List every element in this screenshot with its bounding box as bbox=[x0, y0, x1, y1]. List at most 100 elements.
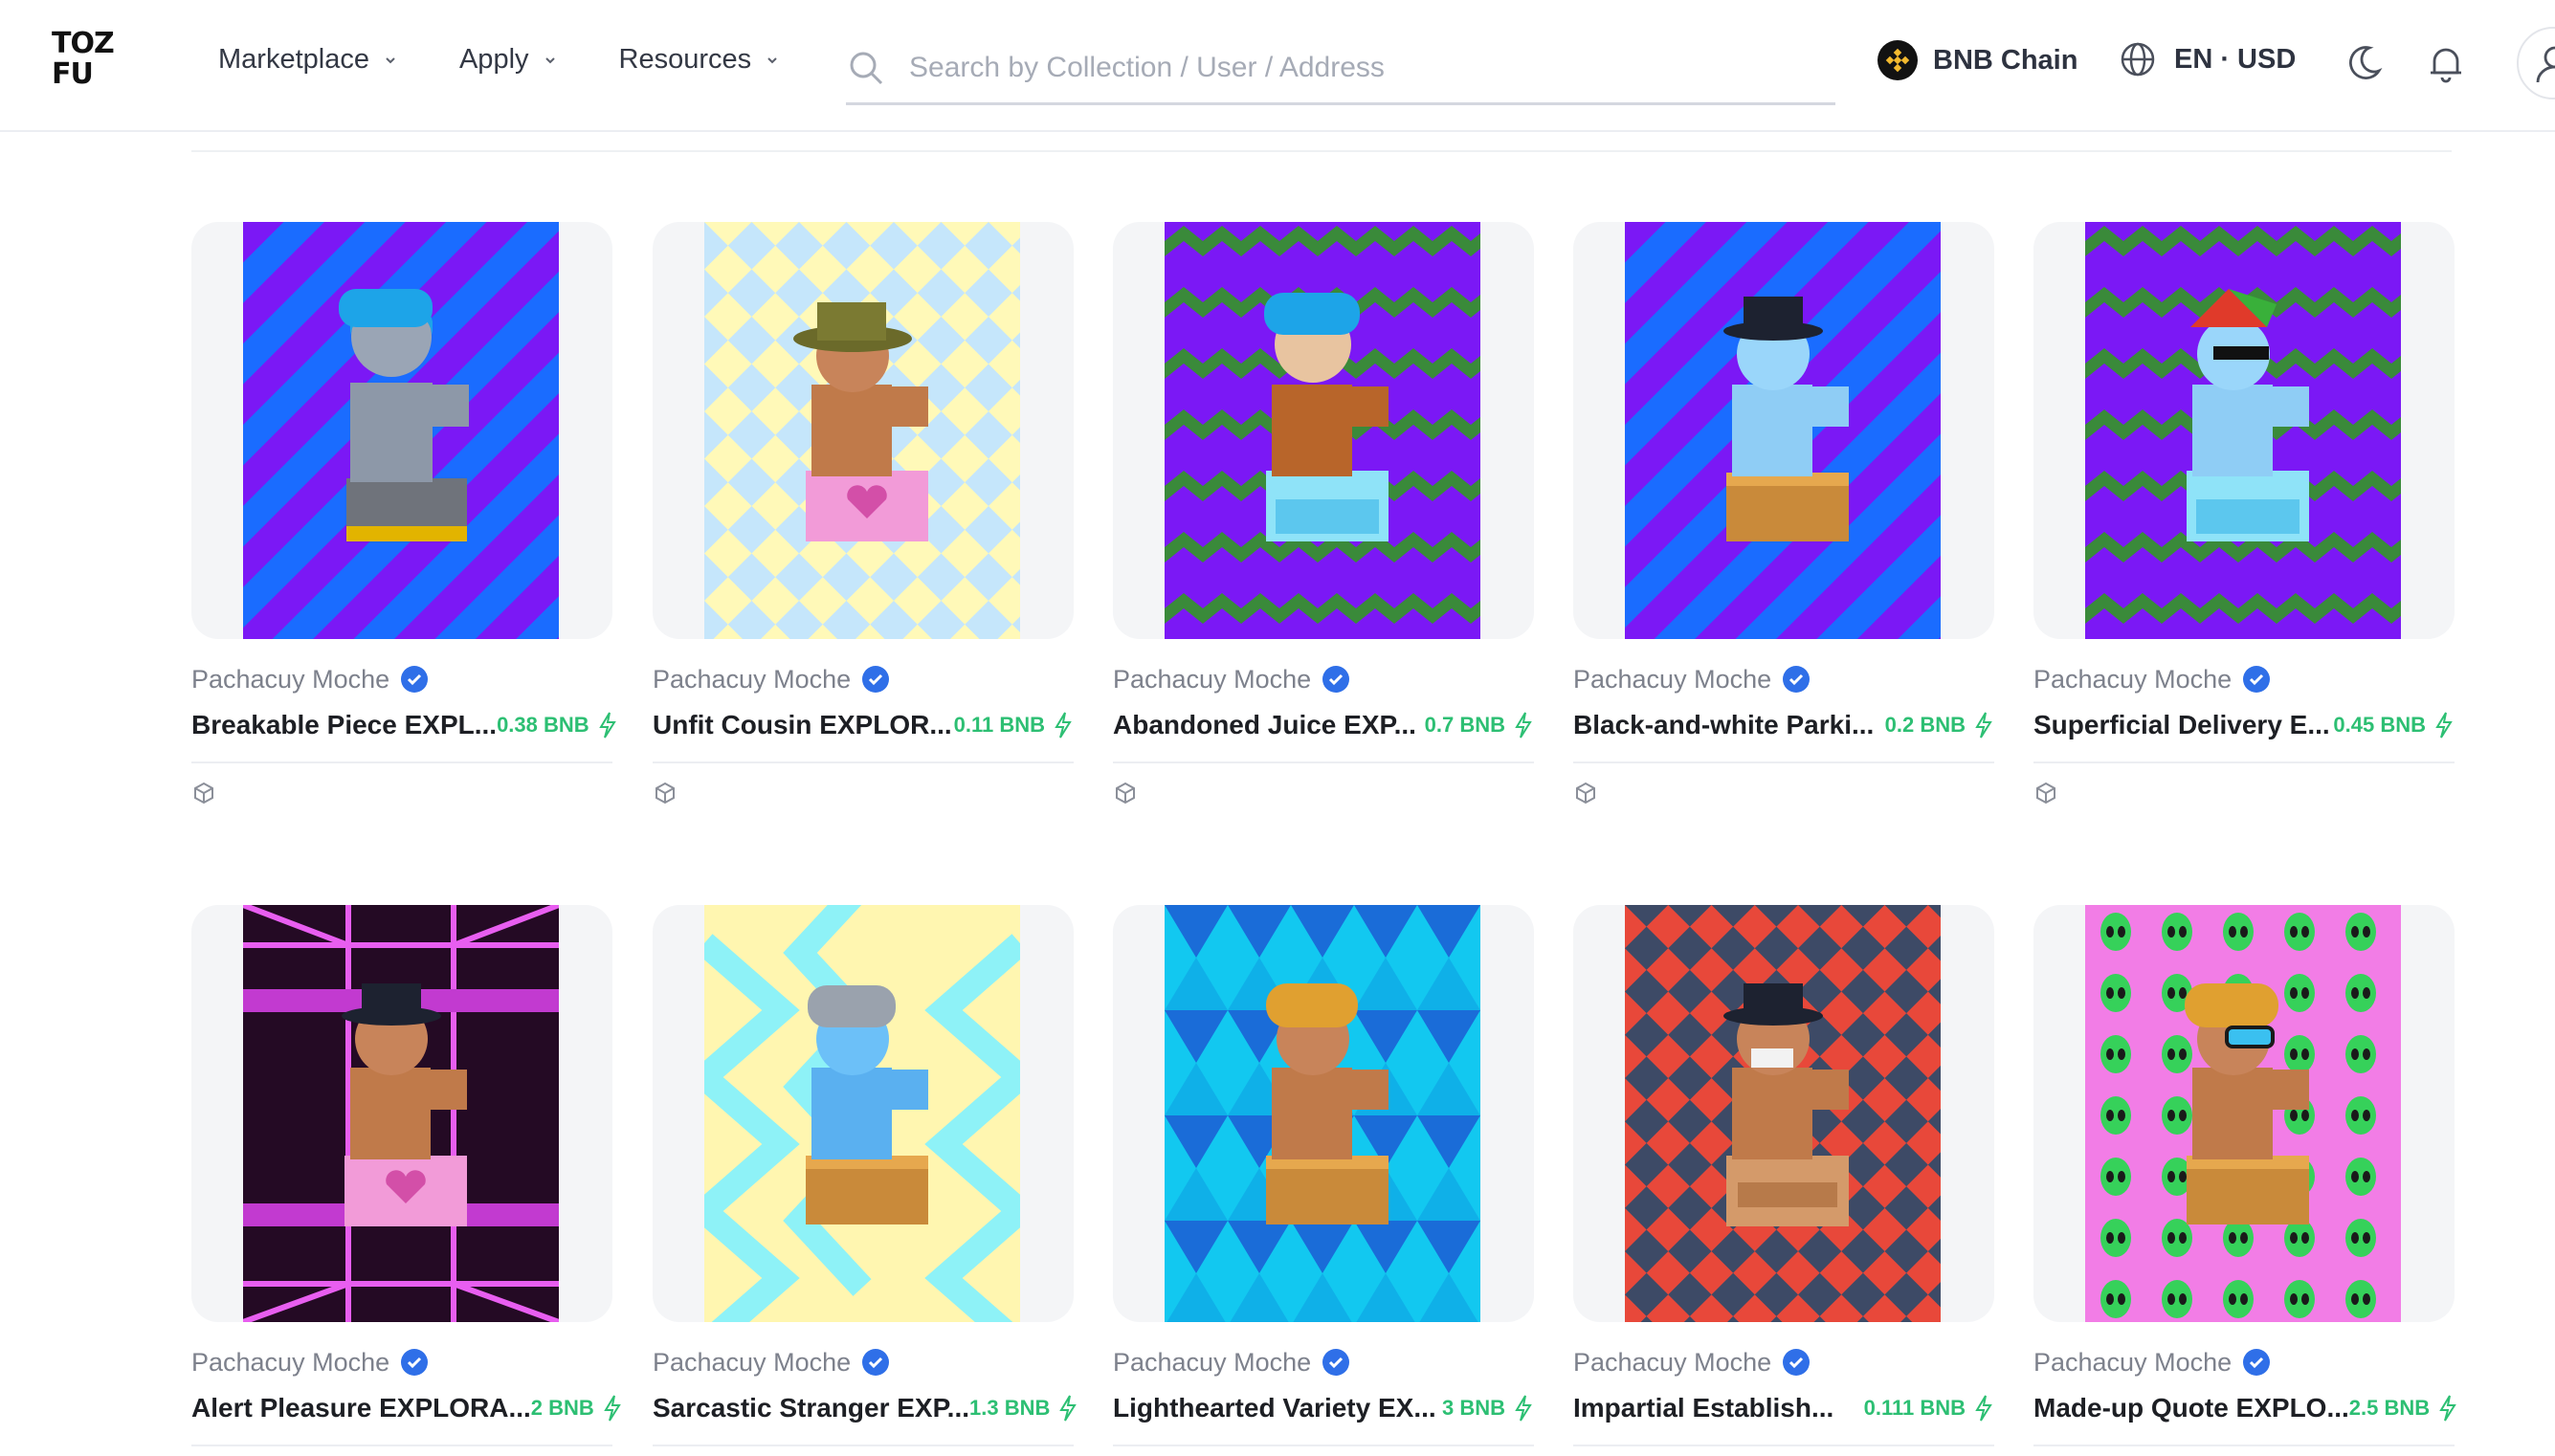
nft-artwork-image bbox=[2085, 222, 2401, 639]
lightning-icon bbox=[1515, 712, 1532, 739]
chain-selector[interactable]: BNB Chain bbox=[1877, 40, 2077, 80]
name-price-row: Alert Pleasure EXPLORA... 2 BNB bbox=[191, 1393, 621, 1423]
nft-card[interactable]: Pachacuy Moche Abandoned Juice EXP... 0.… bbox=[1113, 222, 1534, 810]
lightning-icon bbox=[1059, 1395, 1078, 1422]
card-divider bbox=[653, 761, 1074, 763]
search-bar bbox=[846, 33, 1835, 105]
creator-row[interactable]: Pachacuy Moche bbox=[191, 1347, 612, 1378]
nft-artwork-image bbox=[1165, 905, 1480, 1322]
card-divider bbox=[2033, 1445, 2455, 1446]
name-price-row: Impartial Establish... 0.111 BNB bbox=[1573, 1393, 1994, 1423]
nft-thumbnail[interactable] bbox=[1573, 222, 1994, 639]
creator-row[interactable]: Pachacuy Moche bbox=[1573, 1347, 1994, 1378]
nft-thumbnail[interactable] bbox=[1113, 905, 1534, 1322]
lightning-icon bbox=[1975, 712, 1992, 739]
creator-row[interactable]: Pachacuy Moche bbox=[653, 664, 1074, 695]
nft-thumbnail[interactable] bbox=[653, 905, 1074, 1322]
cube-icon bbox=[2036, 782, 2055, 805]
search-input[interactable] bbox=[909, 51, 1770, 84]
nav-resources-label: Resources bbox=[618, 44, 752, 75]
nft-card[interactable]: Pachacuy Moche Breakable Piece EXPL... 0… bbox=[191, 222, 616, 810]
verified-badge-icon bbox=[2243, 666, 2271, 693]
nft-card[interactable]: Pachacuy Moche Made-up Quote EXPLO... 2.… bbox=[2033, 905, 2458, 1446]
name-price-row: Black-and-white Parki... 0.2 BNB bbox=[1573, 710, 1994, 740]
name-price-row: Breakable Piece EXPL... 0.38 BNB bbox=[191, 710, 616, 740]
nft-price: 0.11 BNB bbox=[954, 711, 1074, 739]
nft-thumbnail[interactable] bbox=[1573, 905, 1994, 1322]
name-price-row: Superficial Delivery E... 0.45 BNB bbox=[2033, 710, 2455, 740]
creator-name: Pachacuy Moche bbox=[653, 1347, 852, 1377]
creator-name: Pachacuy Moche bbox=[2033, 1347, 2233, 1377]
nav-resources[interactable]: Resources bbox=[619, 44, 781, 76]
globe-icon bbox=[2121, 42, 2155, 77]
nav-apply[interactable]: Apply bbox=[459, 44, 558, 76]
verified-badge-icon bbox=[1322, 1349, 1350, 1376]
creator-row[interactable]: Pachacuy Moche bbox=[1113, 664, 1534, 695]
nft-name[interactable]: Unfit Cousin EXPLOR... bbox=[653, 710, 952, 740]
creator-row[interactable]: Pachacuy Moche bbox=[191, 664, 612, 695]
nft-thumbnail[interactable] bbox=[653, 222, 1074, 639]
nft-card[interactable]: Pachacuy Moche Unfit Cousin EXPLOR... 0.… bbox=[653, 222, 1074, 810]
name-price-row: Unfit Cousin EXPLOR... 0.11 BNB bbox=[653, 710, 1074, 740]
lightning-icon bbox=[598, 712, 616, 739]
nft-name[interactable]: Sarcastic Stranger EXP... bbox=[653, 1393, 969, 1423]
verified-badge-icon bbox=[1322, 666, 1350, 693]
card-divider bbox=[1113, 1445, 1534, 1446]
nft-card[interactable]: Pachacuy Moche Alert Pleasure EXPLORA...… bbox=[191, 905, 621, 1446]
nft-price: 0.7 BNB bbox=[1425, 711, 1534, 739]
nft-card[interactable]: Pachacuy Moche Superficial Delivery E...… bbox=[2033, 222, 2455, 810]
nft-artwork-image bbox=[1165, 222, 1480, 639]
nft-name[interactable]: Lighthearted Variety EX... bbox=[1113, 1393, 1436, 1423]
creator-row[interactable]: Pachacuy Moche bbox=[653, 1347, 1074, 1378]
creator-row[interactable]: Pachacuy Moche bbox=[1113, 1347, 1534, 1378]
nft-card[interactable]: Pachacuy Moche Lighthearted Variety EX..… bbox=[1113, 905, 1534, 1446]
nft-name[interactable]: Impartial Establish... bbox=[1573, 1393, 1833, 1423]
lightning-icon bbox=[604, 1395, 621, 1422]
price-value: 0.2 BNB bbox=[1884, 713, 1966, 737]
name-price-row: Made-up Quote EXPLO... 2.5 BNB bbox=[2033, 1393, 2458, 1423]
creator-row[interactable]: Pachacuy Moche bbox=[2033, 664, 2455, 695]
creator-name: Pachacuy Moche bbox=[653, 664, 852, 694]
nft-artwork-image bbox=[704, 905, 1020, 1322]
price-value: 0.7 BNB bbox=[1424, 713, 1505, 737]
lightning-icon bbox=[1975, 1395, 1992, 1422]
locale-selector[interactable]: EN · USD bbox=[2119, 40, 2296, 78]
nft-thumbnail[interactable] bbox=[1113, 222, 1534, 639]
nft-card[interactable]: Pachacuy Moche Impartial Establish... 0.… bbox=[1573, 905, 1994, 1446]
user-menu-button[interactable] bbox=[2517, 27, 2555, 99]
chain-label: BNB Chain bbox=[1933, 44, 2078, 76]
nft-card[interactable]: Pachacuy Moche Sarcastic Stranger EXP...… bbox=[653, 905, 1078, 1446]
card-divider bbox=[653, 1445, 1074, 1446]
price-value: 2 BNB bbox=[530, 1396, 594, 1420]
nft-price: 2.5 BNB bbox=[2349, 1394, 2458, 1423]
name-price-row: Sarcastic Stranger EXP... 1.3 BNB bbox=[653, 1393, 1078, 1423]
verified-badge-icon bbox=[1783, 1349, 1811, 1376]
verified-badge-icon bbox=[2243, 1349, 2271, 1376]
cube-icon bbox=[194, 782, 213, 805]
cube-icon bbox=[1116, 782, 1135, 805]
nft-name[interactable]: Black-and-white Parki... bbox=[1573, 710, 1874, 740]
moon-icon[interactable] bbox=[2343, 42, 2385, 84]
card-divider bbox=[191, 1445, 612, 1446]
creator-name: Pachacuy Moche bbox=[1573, 1347, 1772, 1377]
nft-name[interactable]: Abandoned Juice EXP... bbox=[1113, 710, 1416, 740]
nft-thumbnail[interactable] bbox=[2033, 905, 2455, 1322]
nft-thumbnail[interactable] bbox=[2033, 222, 2455, 639]
tozfu-logo[interactable]: TOZ FU bbox=[52, 29, 124, 98]
nav-marketplace[interactable]: Marketplace bbox=[218, 44, 398, 76]
nft-thumbnail[interactable] bbox=[191, 905, 612, 1322]
creator-row[interactable]: Pachacuy Moche bbox=[1573, 664, 1994, 695]
creator-row[interactable]: Pachacuy Moche bbox=[2033, 1347, 2455, 1378]
nft-card[interactable]: Pachacuy Moche Black-and-white Parki... … bbox=[1573, 222, 1994, 810]
nft-price: 0.45 BNB bbox=[2333, 711, 2455, 739]
nft-name[interactable]: Alert Pleasure EXPLORA... bbox=[191, 1393, 531, 1423]
nft-name[interactable]: Made-up Quote EXPLO... bbox=[2033, 1393, 2349, 1423]
lightning-icon bbox=[1515, 1395, 1532, 1422]
nft-name[interactable]: Breakable Piece EXPL... bbox=[191, 710, 497, 740]
lightning-icon bbox=[1055, 712, 1072, 739]
nft-thumbnail[interactable] bbox=[191, 222, 612, 639]
nav-apply-label: Apply bbox=[458, 44, 529, 75]
bell-icon[interactable] bbox=[2425, 42, 2467, 84]
nft-name[interactable]: Superficial Delivery E... bbox=[2033, 710, 2330, 740]
main-nav: Marketplace Apply Resources bbox=[218, 44, 841, 76]
